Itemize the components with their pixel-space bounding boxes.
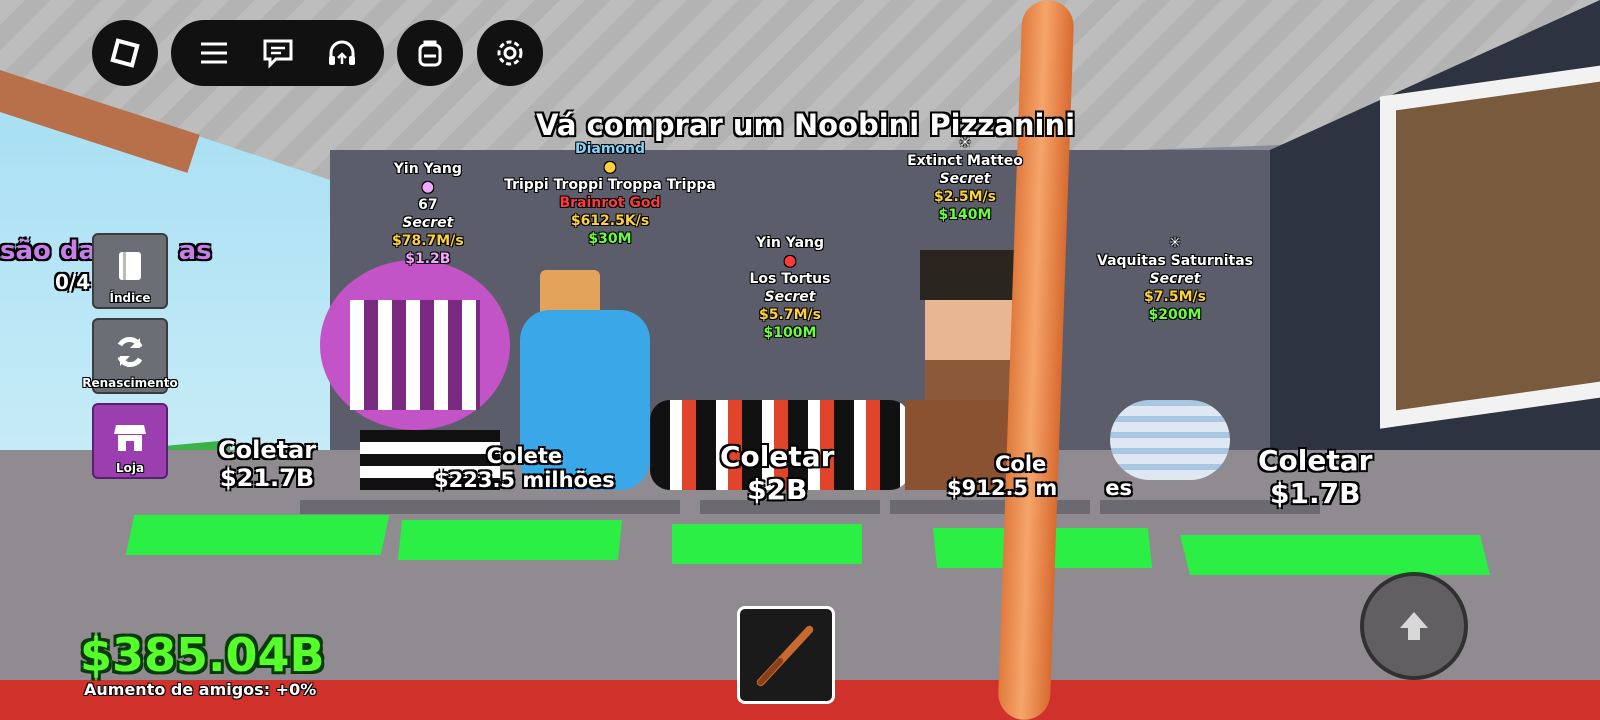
collect-amount: $912.5 m (947, 476, 1058, 500)
pet-tag-dot: ✳ (959, 135, 971, 151)
money-display: $385.04B (80, 628, 325, 682)
pet-platform (300, 500, 500, 514)
quest-title-right: as (178, 236, 212, 266)
wall-window (1380, 63, 1600, 429)
roblox-menu-button[interactable] (92, 20, 158, 86)
book-icon (119, 252, 141, 280)
pet-tag-dot: ✳ (1169, 235, 1181, 251)
pet-rarity: Secret (939, 171, 991, 187)
pet-rate: $5.7M/s (759, 307, 821, 323)
collect-title: Colete (486, 444, 563, 468)
pet-price: $140M (938, 207, 992, 223)
rebirth-button[interactable]: Renascimento (82, 318, 178, 394)
pet-mutation: Diamond (574, 141, 646, 157)
pet-tag: ✳ Vaquitas Saturnitas Secret $7.5M/s $20… (1090, 234, 1260, 324)
backpack-icon (418, 40, 442, 67)
collect-pad[interactable] (672, 524, 862, 564)
pet-price: $100M (763, 325, 817, 341)
voice-button[interactable] (310, 20, 374, 86)
collect-label: Colete $223.5 milhões (434, 444, 615, 492)
pet-extra: 67 (418, 197, 438, 213)
pet-rarity: Secret (764, 289, 816, 305)
pet-tag: Diamond ● Trippi Troppi Troppa Trippa Br… (500, 140, 720, 248)
collect-amount-tail: es (1105, 476, 1132, 500)
pet-name: Yin Yang (393, 161, 462, 177)
pet-rarity: Secret (1149, 271, 1201, 287)
hamburger-icon (200, 42, 227, 64)
pet-price: $1.2B (405, 251, 451, 267)
jump-arrow-icon (1400, 612, 1428, 640)
collect-title: Cole (995, 452, 1047, 476)
collect-amount: $1.7B (1270, 477, 1361, 510)
rebirth-label: Renascimento (82, 376, 178, 390)
chat-button[interactable] (246, 20, 310, 86)
roblox-menu-icon (110, 38, 140, 68)
collect-title: Coletar (720, 440, 835, 473)
pet-price: $30M (588, 231, 632, 247)
gear-icon (497, 40, 523, 66)
shop-button[interactable]: Loja (92, 403, 168, 479)
shop-icon (114, 425, 146, 451)
bat-icon (756, 625, 814, 687)
shop-label: Loja (115, 461, 145, 475)
backpack-button[interactable] (397, 20, 463, 86)
pet-tag: Yin Yang ● 67 Secret $78.7M/s $1.2B (392, 160, 464, 268)
pet-rate: $612.5K/s (570, 213, 650, 229)
pet-rate: $2.5M/s (934, 189, 996, 205)
pet-tag-dot: ● (421, 179, 434, 195)
jump-button[interactable] (1360, 572, 1468, 680)
pet-tag: ✳ Extinct Matteo Secret $2.5M/s $140M (900, 134, 1030, 224)
pet-name: Yin Yang (755, 235, 825, 251)
collect-label: Coletar $1.7B (1258, 444, 1372, 510)
collect-pad[interactable] (1180, 535, 1490, 575)
collect-label: Coletar $21.7B (218, 436, 316, 492)
hotbar-slot-1[interactable] (737, 606, 835, 704)
settings-button[interactable] (477, 20, 543, 86)
chat-icon (263, 39, 292, 69)
pet-platform (890, 500, 1090, 514)
pet-tag-dot: ● (783, 253, 797, 269)
pet-rarity: Brainrot God (559, 195, 661, 211)
collect-pad[interactable] (125, 515, 390, 555)
pet-rarity: Secret (402, 215, 454, 231)
hamburger-button[interactable] (182, 20, 246, 86)
index-button[interactable]: Índice (92, 233, 168, 309)
pet-tag-dot: ● (603, 159, 617, 175)
collect-pad[interactable] (397, 520, 623, 560)
pet-rate: $7.5M/s (1144, 289, 1206, 305)
pet-rate: $78.7M/s (392, 233, 464, 249)
refresh-icon (117, 337, 143, 367)
collect-label: Coletar $2B (720, 440, 834, 506)
pet-name-2: Los Tortus (749, 271, 831, 287)
pet-platform (490, 500, 680, 514)
pet-name: Trippi Troppi Troppa Trippa (504, 177, 716, 193)
headset-icon (328, 40, 355, 65)
pet-tag: Yin Yang ● Los Tortus Secret $5.7M/s $10… (740, 234, 840, 342)
quest-progress: 0/4 (55, 270, 91, 294)
main-menu-group (171, 20, 384, 86)
collect-amount: $223.5 milhões (434, 468, 615, 492)
collect-title: Coletar (1258, 444, 1373, 477)
collect-amount: $21.7B (219, 464, 315, 492)
pet-name: Vaquitas Saturnitas (1097, 253, 1253, 269)
collect-label: Cole $912.5 m es (947, 452, 1132, 500)
pet-price: $200M (1148, 307, 1202, 323)
collect-amount: $2B (747, 473, 808, 506)
pet-name: Extinct Matteo (907, 153, 1023, 169)
index-label: Índice (109, 291, 151, 305)
collect-title: Coletar (218, 436, 317, 464)
friends-boost: Aumento de amigos: +0% (84, 680, 317, 699)
